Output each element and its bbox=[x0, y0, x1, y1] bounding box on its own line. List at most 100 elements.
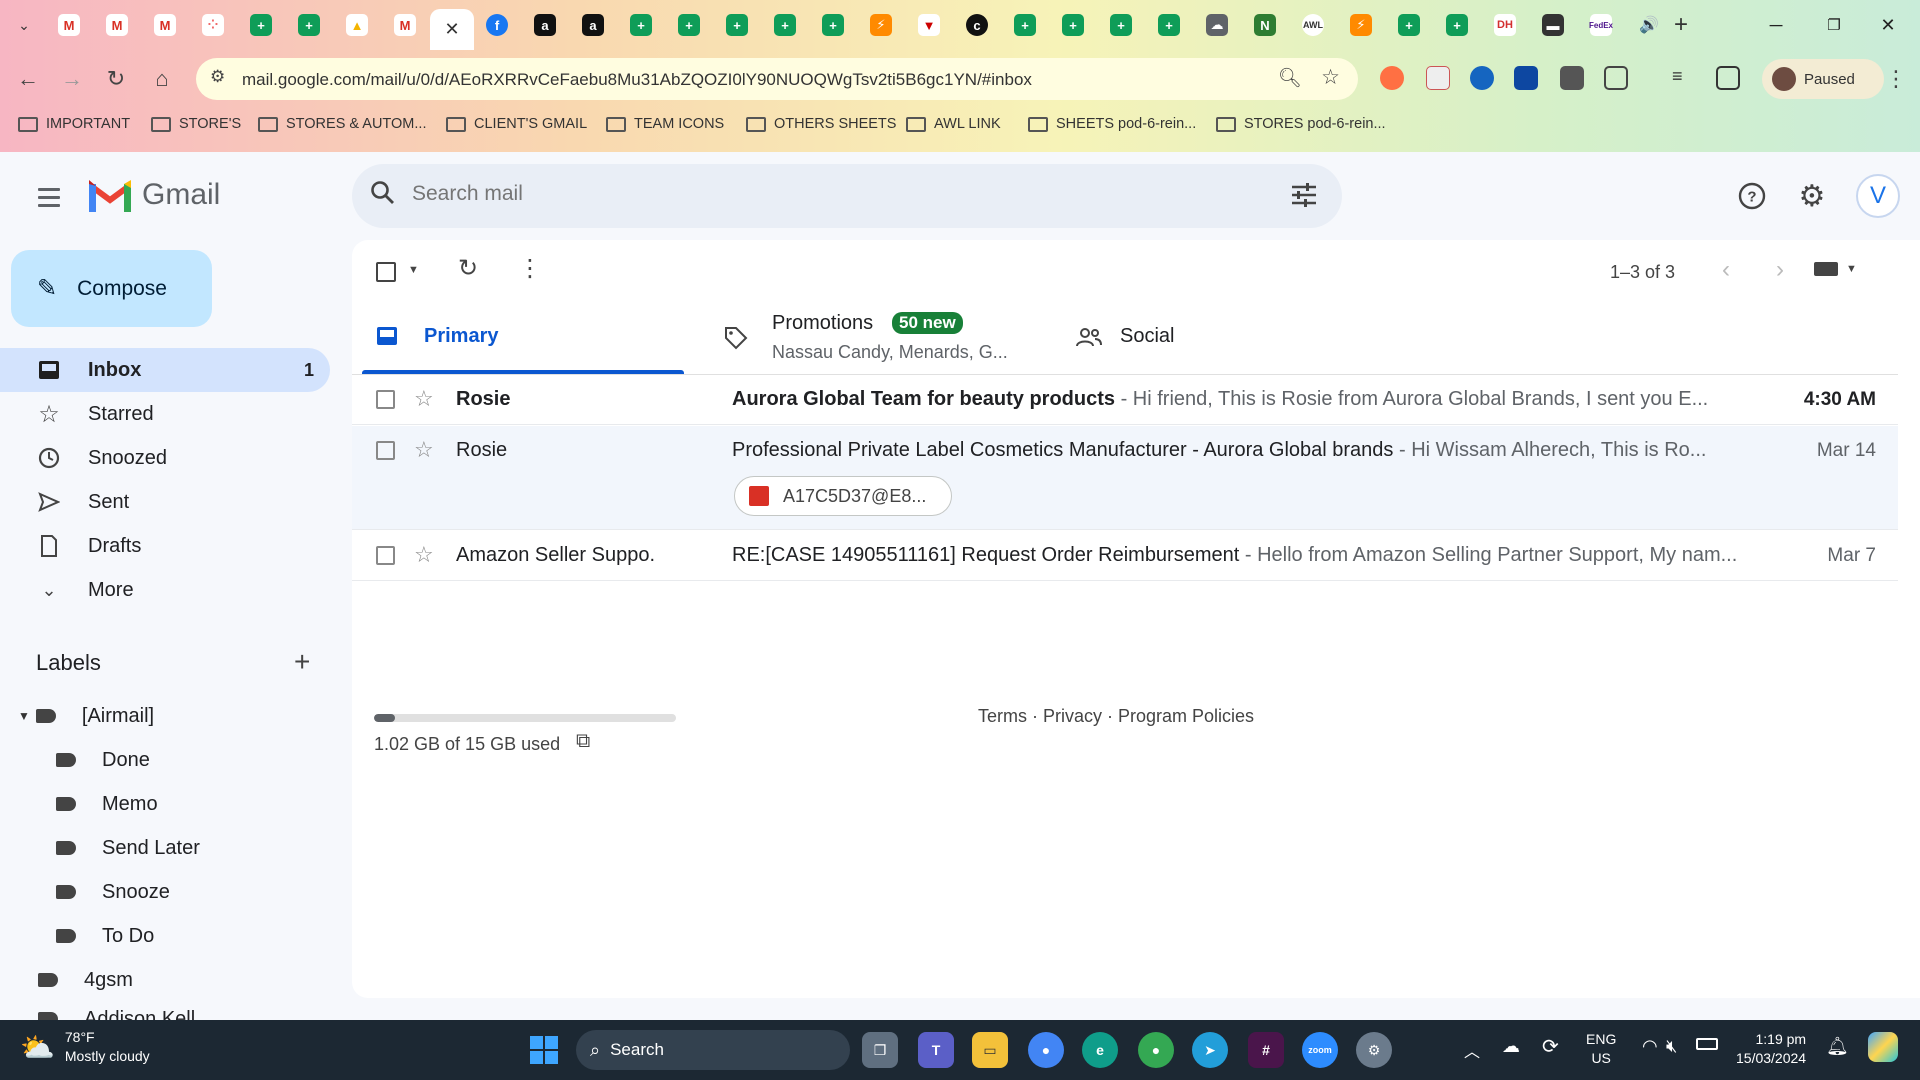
add-label-button[interactable]: + bbox=[294, 646, 310, 678]
url-text[interactable]: mail.google.com/mail/u/0/d/AEoRXRRvCeFae… bbox=[242, 70, 1032, 90]
media-control-icon[interactable]: ≡ bbox=[1672, 66, 1696, 90]
search-options-icon[interactable] bbox=[1290, 182, 1318, 213]
bookmark-folder[interactable]: OTHERS SHEETS bbox=[746, 116, 896, 132]
nav-sent[interactable]: Sent bbox=[0, 480, 330, 524]
caret-down-icon[interactable]: ▼ bbox=[18, 709, 30, 723]
extension-icon[interactable] bbox=[1380, 66, 1404, 90]
tab-sheets[interactable]: + bbox=[244, 9, 278, 41]
forward-button[interactable]: → bbox=[56, 63, 88, 95]
attachment-chip[interactable]: A17C5D37@E8... bbox=[734, 476, 952, 516]
older-button[interactable]: › bbox=[1776, 256, 1784, 284]
nav-drafts[interactable]: Drafts bbox=[0, 524, 330, 568]
tab-sheets[interactable]: + bbox=[624, 9, 658, 41]
taskbar-search[interactable]: ⌕ Search bbox=[576, 1030, 850, 1070]
star-icon[interactable]: ☆ bbox=[414, 437, 434, 463]
compose-button[interactable]: ✎ Compose bbox=[11, 250, 212, 327]
footer-links[interactable]: Terms · Privacy · Program Policies bbox=[978, 706, 1254, 727]
tab-sheets[interactable]: + bbox=[816, 9, 850, 41]
label-item[interactable]: Snooze bbox=[56, 872, 170, 912]
restore-button[interactable]: ❐ bbox=[1814, 10, 1854, 40]
bookmark-folder[interactable]: STORES & AUTOM... bbox=[258, 116, 426, 132]
wifi-icon[interactable]: ◠ bbox=[1642, 1036, 1658, 1057]
label-airmail[interactable]: ▼ [Airmail] bbox=[18, 696, 154, 736]
show-hidden-icons[interactable]: ︿ bbox=[1464, 1038, 1480, 1062]
gmail-logo[interactable]: Gmail bbox=[88, 178, 220, 212]
settings-app-button[interactable]: ⚙ bbox=[1356, 1032, 1392, 1068]
label-item[interactable]: Done bbox=[56, 740, 150, 780]
tab-gmail[interactable]: M bbox=[52, 9, 86, 41]
tab-sheets[interactable]: + bbox=[1104, 9, 1138, 41]
nav-inbox[interactable]: Inbox 1 bbox=[0, 348, 330, 392]
zoom-icon[interactable]: 🔍︎ bbox=[1278, 66, 1302, 90]
nav-more[interactable]: ⌄ More bbox=[0, 568, 330, 612]
tab-site[interactable]: c bbox=[960, 9, 994, 41]
chrome-button[interactable]: ● bbox=[1028, 1032, 1064, 1068]
battery-icon[interactable] bbox=[1696, 1038, 1718, 1050]
tab-sheets[interactable]: + bbox=[768, 9, 802, 41]
tab-gmail[interactable]: M bbox=[388, 9, 422, 41]
file-explorer-button[interactable]: ▭ bbox=[972, 1032, 1008, 1068]
main-menu-button[interactable] bbox=[32, 180, 66, 214]
tab-primary[interactable]: Primary bbox=[362, 302, 684, 374]
slack-button[interactable]: # bbox=[1248, 1032, 1284, 1068]
bookmark-folder[interactable]: IMPORTANT bbox=[18, 116, 130, 132]
weather-widget[interactable]: ⛅ 78°F Mostly cloudy bbox=[20, 1028, 150, 1066]
back-button[interactable]: ← bbox=[12, 63, 44, 95]
label-item[interactable]: Send Later bbox=[56, 828, 200, 868]
profile-button[interactable]: Paused bbox=[1762, 59, 1884, 99]
bookmark-folder[interactable]: AWL LINK bbox=[906, 116, 1001, 132]
bookmark-folder[interactable]: CLIENT'S GMAIL bbox=[446, 116, 587, 132]
tab-gmail[interactable]: M bbox=[100, 9, 134, 41]
reload-button[interactable]: ↻ bbox=[100, 63, 132, 95]
refresh-button[interactable]: ↻ bbox=[458, 254, 478, 283]
zoom-button[interactable]: zoom bbox=[1302, 1032, 1338, 1068]
extension-icon[interactable] bbox=[1514, 66, 1538, 90]
tab-site[interactable]: ▼ bbox=[912, 9, 946, 41]
browser-menu-button[interactable]: ⋮ bbox=[1880, 63, 1912, 95]
email-row[interactable]: ☆ Rosie Aurora Global Team for beauty pr… bbox=[352, 375, 1898, 425]
tab-site[interactable]: ☁ bbox=[1200, 9, 1234, 41]
tab-sheets[interactable]: + bbox=[1056, 9, 1090, 41]
label-item[interactable]: Addison Kell... bbox=[38, 1004, 212, 1020]
tab-drive[interactable]: ▲ bbox=[340, 9, 374, 41]
extension-icon[interactable] bbox=[1426, 66, 1450, 90]
tab-zapier[interactable]: ⚡ bbox=[1344, 9, 1378, 41]
tab-sheets[interactable]: + bbox=[720, 9, 754, 41]
nav-starred[interactable]: ☆ Starred bbox=[0, 392, 330, 436]
star-icon[interactable]: ☆ bbox=[414, 386, 434, 412]
qr-extension-icon[interactable] bbox=[1560, 66, 1584, 90]
bookmark-folder[interactable]: STORES pod-6-rein... bbox=[1216, 116, 1386, 132]
tab-asana[interactable]: ⁘ bbox=[196, 9, 230, 41]
tab-social[interactable]: Social bbox=[1064, 302, 1364, 374]
search-icon[interactable] bbox=[370, 180, 394, 204]
close-icon[interactable]: ✕ bbox=[444, 19, 459, 40]
bookmark-folder[interactable]: STORE'S bbox=[151, 116, 241, 132]
teams-button[interactable]: T bbox=[918, 1032, 954, 1068]
search-input[interactable] bbox=[412, 182, 1212, 206]
tab-amazon[interactable]: a bbox=[528, 9, 562, 41]
tab-gmail[interactable]: M bbox=[148, 9, 182, 41]
email-row[interactable]: ☆ Rosie Professional Private Label Cosme… bbox=[352, 426, 1898, 530]
more-options-button[interactable]: ⋮ bbox=[518, 254, 542, 283]
side-panel-icon[interactable] bbox=[1716, 66, 1740, 90]
copilot-icon[interactable] bbox=[1868, 1032, 1898, 1062]
tab-fedex[interactable]: FedEx bbox=[1584, 9, 1618, 41]
email-row[interactable]: ☆ Amazon Seller Suppo. RE:[CASE 14905511… bbox=[352, 531, 1898, 581]
telegram-button[interactable]: ➤ bbox=[1192, 1032, 1228, 1068]
tab-amazon[interactable]: a bbox=[576, 9, 610, 41]
tab-site[interactable]: DH bbox=[1488, 9, 1522, 41]
chrome-profile-button[interactable]: ● bbox=[1138, 1032, 1174, 1068]
tab-sheets[interactable]: + bbox=[672, 9, 706, 41]
tab-site[interactable]: ▬ bbox=[1536, 9, 1570, 41]
open-in-new-icon[interactable]: ⧉ bbox=[576, 730, 590, 753]
address-bar[interactable]: ⚙ mail.google.com/mail/u/0/d/AEoRXRRvCeF… bbox=[196, 58, 1358, 100]
tab-sheets[interactable]: + bbox=[1152, 9, 1186, 41]
extension-icon[interactable] bbox=[1470, 66, 1494, 90]
tab-search-button[interactable]: ⌄ bbox=[6, 9, 42, 41]
edge-button[interactable]: e bbox=[1082, 1032, 1118, 1068]
newer-button[interactable]: ‹ bbox=[1722, 256, 1730, 284]
bookmark-star-icon[interactable]: ☆ bbox=[1321, 65, 1340, 90]
language-indicator[interactable]: ENG US bbox=[1586, 1030, 1616, 1068]
help-button[interactable]: ? bbox=[1732, 176, 1772, 216]
star-icon[interactable]: ☆ bbox=[414, 542, 434, 568]
